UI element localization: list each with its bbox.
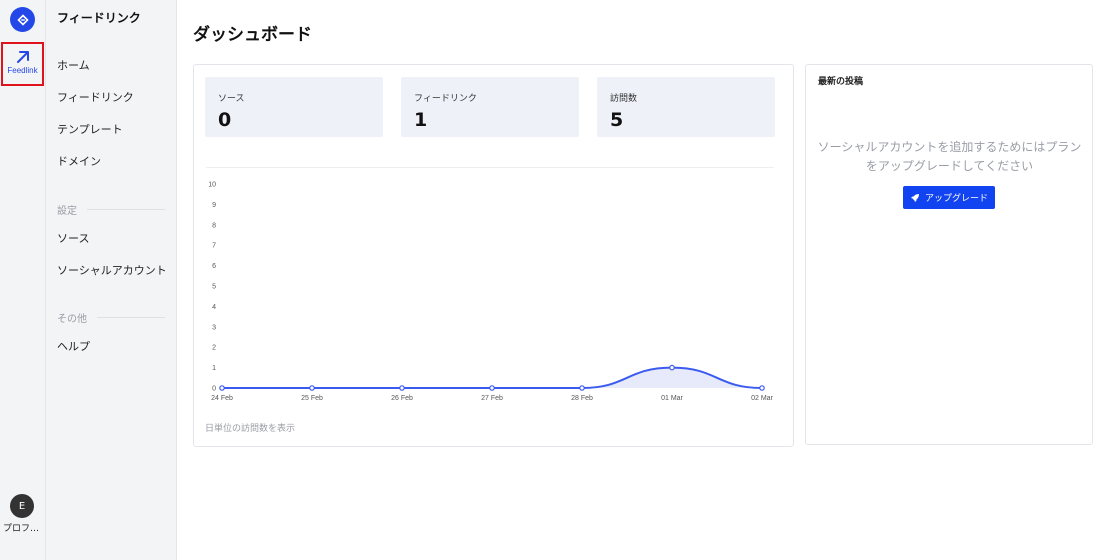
data-point[interactable]	[309, 385, 315, 391]
data-point[interactable]	[219, 385, 225, 391]
sidebar-item-domains[interactable]: ドメイン	[57, 153, 101, 169]
data-point[interactable]	[759, 385, 765, 391]
area-fill	[222, 367, 762, 388]
y-tick-label: 7	[212, 243, 216, 250]
upgrade-message: ソーシャルアカウントを追加するためにはプランをアップグレードしてください	[817, 140, 1082, 173]
x-tick-label: 02 Mar	[751, 395, 773, 402]
stat-value: 5	[610, 109, 624, 131]
sidebar-item-home[interactable]: ホーム	[57, 57, 90, 73]
section-settings: 設定	[57, 202, 165, 217]
sidebar-item-feedlink[interactable]: フィードリンク	[57, 89, 134, 105]
x-tick-label: 26 Feb	[391, 395, 413, 402]
recent-posts-title: 最新の投稿	[818, 77, 864, 87]
y-tick-label: 6	[212, 263, 216, 270]
chart-note: 日単位の訪問数を表示	[205, 424, 296, 434]
sidebar: フィードリンク ホーム フィードリンク テンプレート ドメイン 設定 ソース ソ…	[46, 0, 177, 560]
sidebar-item-social-accounts[interactable]: ソーシャルアカウント	[57, 262, 167, 278]
section-other: その他	[57, 310, 165, 325]
arrow-up-right-icon	[16, 51, 29, 63]
y-tick-label: 2	[212, 345, 216, 352]
upgrade-button-label: アップグレード	[924, 194, 988, 204]
x-tick-label: 24 Feb	[211, 395, 233, 402]
section-divider	[87, 209, 165, 210]
feedlink-rail-button[interactable]: Feedlink	[1, 42, 44, 86]
stat-visits: 訪問数 5	[597, 77, 775, 137]
visits-chart: 0 1 2 3 4 5 6 7 8 9 10 24 Feb 25 Feb 26 Feb 27 Feb 28 …	[208, 182, 773, 403]
sidebar-item-templates[interactable]: テンプレート	[57, 121, 123, 137]
x-tick-label: 01 Mar	[661, 395, 683, 402]
app-logo-icon[interactable]	[10, 7, 35, 32]
avatar[interactable]: E	[10, 494, 34, 518]
sidebar-item-help[interactable]: ヘルプ	[57, 338, 90, 354]
icon-rail: Feedlink E プロフ…	[0, 0, 46, 560]
y-tick-label: 0	[212, 386, 216, 393]
y-tick-label: 10	[208, 182, 216, 189]
sidebar-title: フィードリンク	[57, 11, 141, 25]
y-tick-label: 5	[212, 284, 216, 291]
x-tick-label: 25 Feb	[301, 395, 323, 402]
stat-value: 1	[414, 109, 428, 131]
feedlink-rail-label: Feedlink	[7, 66, 38, 75]
y-tick-label: 9	[212, 202, 216, 209]
section-divider	[97, 317, 165, 318]
stat-label: フィードリンク	[414, 94, 477, 104]
data-point[interactable]	[399, 385, 405, 391]
sidebar-item-sources[interactable]: ソース	[57, 230, 89, 246]
data-point[interactable]	[579, 385, 585, 391]
stats-divider	[206, 167, 774, 168]
stat-value: 0	[218, 109, 232, 131]
stat-label: ソース	[218, 94, 245, 104]
y-tick-label: 3	[212, 324, 216, 331]
profile-label[interactable]: プロフ…	[3, 521, 43, 534]
upgrade-button[interactable]: アップグレード	[903, 186, 995, 209]
x-tick-label: 28 Feb	[571, 395, 593, 402]
stat-label: 訪問数	[610, 94, 638, 104]
section-other-label: その他	[57, 314, 87, 325]
data-point[interactable]	[489, 385, 495, 391]
y-tick-label: 1	[212, 365, 216, 372]
data-point[interactable]	[669, 364, 675, 371]
section-settings-label: 設定	[57, 206, 77, 217]
recent-posts-card	[805, 64, 1093, 445]
y-tick-label: 8	[212, 222, 216, 229]
page-title: ダッシュボード	[193, 25, 312, 45]
x-tick-label: 27 Feb	[481, 395, 503, 402]
stat-feedlinks: フィードリンク 1	[401, 77, 579, 137]
rocket-icon	[910, 193, 919, 202]
y-tick-label: 4	[212, 304, 216, 311]
stat-sources: ソース 0	[205, 77, 383, 137]
